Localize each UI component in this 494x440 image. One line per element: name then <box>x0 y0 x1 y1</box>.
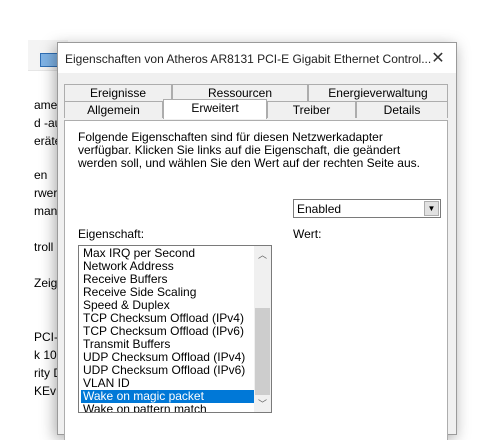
chevron-up-icon: ︿ <box>257 250 267 260</box>
value-select-text: Enabled <box>297 202 342 216</box>
property-label: Eigenschaft: <box>78 227 145 241</box>
background-text: ame <box>34 98 58 112</box>
title-bar: Eigenschaften von Atheros AR8131 PCI-E G… <box>58 43 456 73</box>
scroll-thumb[interactable] <box>255 308 270 395</box>
chevron-down-icon: ﹀ <box>257 399 267 409</box>
description-text: Folgende Eigenschaften sind für diesen N… <box>78 130 420 170</box>
background-text: troll <box>34 240 54 254</box>
tab-energieverwaltung[interactable]: Energieverwaltung <box>308 84 448 101</box>
close-button[interactable]: ✕ <box>420 43 456 73</box>
list-item[interactable]: Wake on pattern match <box>81 403 254 413</box>
background-text: PCI- <box>34 330 58 344</box>
tab-ereignisse[interactable]: Ereignisse <box>64 84 172 101</box>
tab-details[interactable]: Details <box>356 101 448 118</box>
advanced-tab-panel: Folgende Eigenschaften sind für diesen N… <box>64 120 448 440</box>
tab-allgemein[interactable]: Allgemein <box>64 101 163 118</box>
properties-dialog: Eigenschaften von Atheros AR8131 PCI-E G… <box>57 42 457 440</box>
background-text: man <box>34 204 58 218</box>
value-label: Wert: <box>293 227 322 241</box>
background-text: Zeig <box>34 276 58 290</box>
close-icon: ✕ <box>431 50 445 67</box>
dropdown-button[interactable]: ▼ <box>424 201 439 216</box>
property-listbox[interactable]: Max IRQ per Second Network Address Receive… <box>78 245 272 413</box>
background-text: en <box>34 168 48 182</box>
property-list: Max IRQ per Second Network Address Receive… <box>81 247 254 413</box>
background-text: KEv <box>34 384 57 398</box>
vertical-scrollbar[interactable]: ︿ ﹀ <box>254 246 271 412</box>
scroll-down-button[interactable]: ﹀ <box>254 395 271 412</box>
dialog-title: Eigenschaften von Atheros AR8131 PCI-E G… <box>65 52 432 66</box>
value-select[interactable]: Enabled ▼ <box>293 199 441 218</box>
scroll-up-button[interactable]: ︿ <box>254 246 271 263</box>
tab-erweitert[interactable]: Erweitert <box>163 99 267 119</box>
caret-down-icon: ▼ <box>427 204 436 213</box>
tab-treiber[interactable]: Treiber <box>267 101 356 118</box>
monitor-icon <box>40 53 58 67</box>
